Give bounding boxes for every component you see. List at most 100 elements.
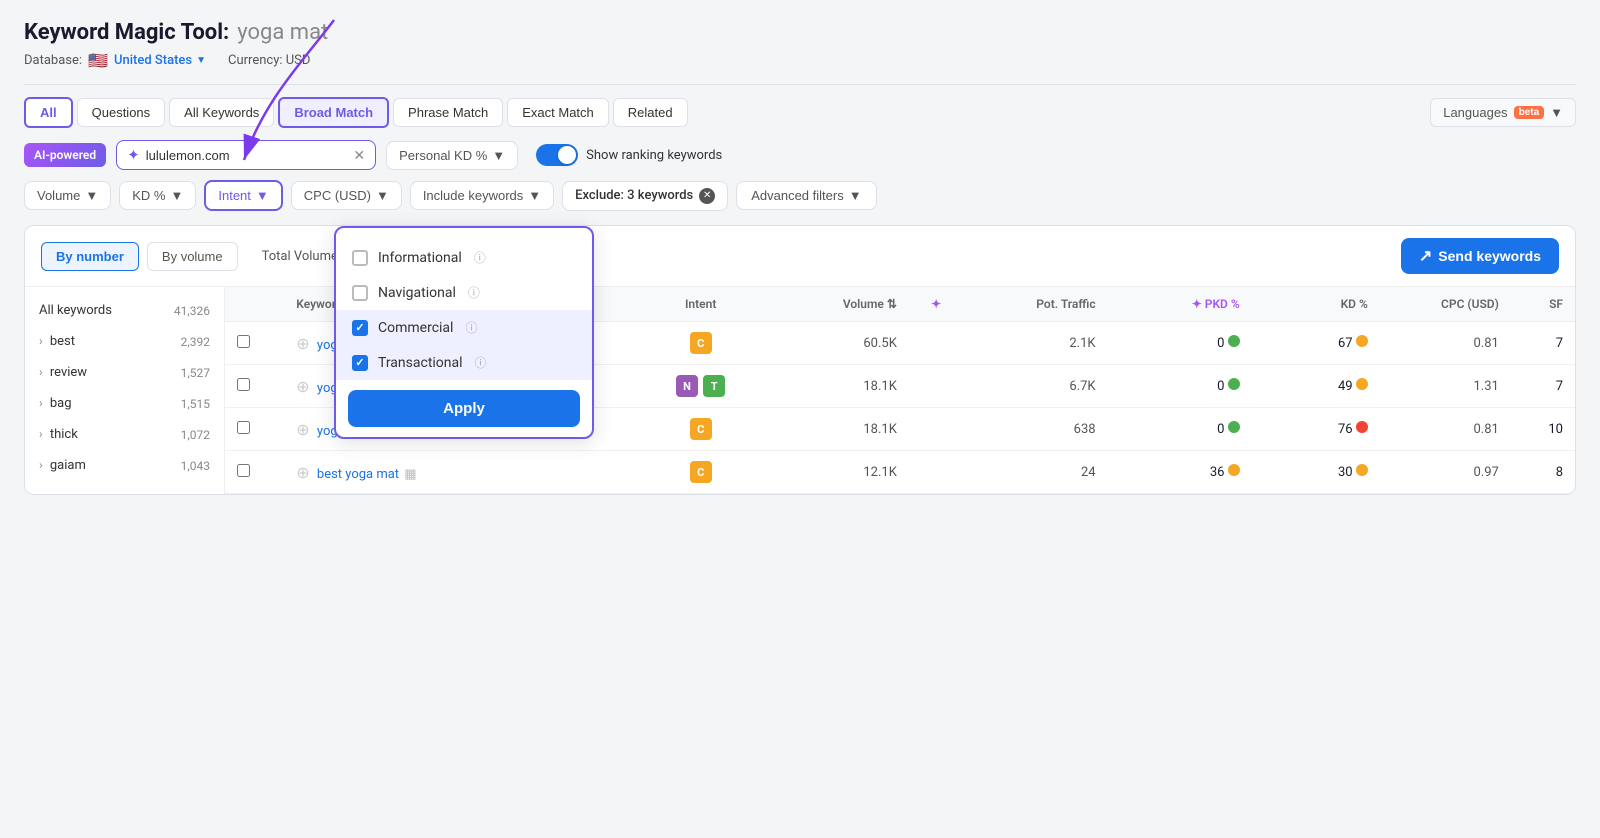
intent-option-navigational[interactable]: Navigational ⓘ	[336, 275, 592, 310]
tabs-row: All Questions All Keywords Broad Match P…	[24, 97, 1576, 128]
add-icon[interactable]: ⊕	[296, 420, 309, 439]
table-toolbar: By number By volume Total Volume: 696,31…	[25, 226, 1575, 287]
sidebar-all-keywords[interactable]: All keywords 41,326	[25, 295, 224, 326]
chevron-down-icon: ▼	[1550, 105, 1563, 120]
sidebar-item-thick[interactable]: › thick 1,072	[25, 419, 224, 450]
pkd-cell: 0	[1108, 408, 1252, 451]
col-volume: Volume ⇅	[765, 287, 909, 322]
view-by-number-button[interactable]: By number	[41, 242, 139, 271]
cpc-cell: 0.97	[1380, 451, 1511, 494]
volume-cell: 18.1K	[765, 365, 909, 408]
chevron-down-icon: ▼	[196, 55, 206, 66]
include-keywords-filter[interactable]: Include keywords ▼	[410, 181, 554, 210]
cpc-cell: 0.81	[1380, 322, 1511, 365]
pot-traffic-cell: 24	[963, 451, 1107, 494]
sf-cell: 10	[1511, 408, 1575, 451]
expand-icon[interactable]: ›	[39, 458, 43, 472]
intent-option-commercial[interactable]: Commercial ⓘ	[336, 310, 592, 345]
intent-filter[interactable]: Intent ▼	[204, 180, 282, 211]
row-checkbox[interactable]	[237, 335, 250, 348]
personal-kd-dropdown[interactable]: Personal KD % ▼	[386, 141, 518, 170]
intent-badge-c: C	[690, 332, 712, 354]
cpc-filter[interactable]: CPC (USD) ▼	[291, 181, 402, 210]
sidebar-item-review[interactable]: › review 1,527	[25, 357, 224, 388]
info-icon: ⓘ	[468, 284, 480, 301]
pot-traffic-cell: 6.7K	[963, 365, 1107, 408]
advanced-filters-button[interactable]: Advanced filters ▼	[736, 181, 876, 210]
table-row: ⊕ best yoga mat ▦ C 12.1K 24 36	[225, 451, 1575, 494]
keyword-link[interactable]: best yoga mat	[317, 467, 399, 482]
info-icon: ⓘ	[474, 249, 486, 266]
sidebar-item-gaiam[interactable]: › gaiam 1,043	[25, 450, 224, 481]
volume-cell: 60.5K	[765, 322, 909, 365]
row-checkbox[interactable]	[237, 378, 250, 391]
send-keywords-button[interactable]: ↗ Send keywords	[1401, 238, 1559, 274]
tab-related[interactable]: Related	[613, 98, 688, 127]
volume-filter[interactable]: Volume ▼	[24, 181, 111, 210]
expand-icon[interactable]: ›	[39, 365, 43, 379]
chevron-down-icon: ▼	[170, 188, 183, 203]
languages-button[interactable]: Languages beta ▼	[1430, 98, 1576, 127]
database-link[interactable]: United States ▼	[114, 53, 206, 68]
table-icon[interactable]: ▦	[404, 467, 416, 482]
tab-phrase-match[interactable]: Phrase Match	[393, 98, 503, 127]
chevron-down-icon: ▼	[256, 188, 269, 203]
tab-questions[interactable]: Questions	[77, 98, 166, 127]
volume-cell: 18.1K	[765, 408, 909, 451]
kd-dot	[1356, 464, 1368, 476]
expand-icon[interactable]: ›	[39, 396, 43, 410]
chevron-down-icon: ▼	[492, 148, 505, 163]
tab-all[interactable]: All	[24, 97, 73, 128]
kd-cell: 67	[1252, 322, 1380, 365]
row-checkbox[interactable]	[237, 464, 250, 477]
info-icon: ⓘ	[475, 354, 487, 371]
add-icon[interactable]: ⊕	[296, 377, 309, 396]
col-pkd: ✦ PKD %	[1108, 287, 1252, 322]
pkd-cell: 36	[1108, 451, 1252, 494]
ai-domain-input[interactable]	[146, 148, 348, 163]
keyword-groups-sidebar: All keywords 41,326 › best 2,392 › revie…	[25, 287, 225, 494]
tab-exact-match[interactable]: Exact Match	[507, 98, 609, 127]
col-cpc: CPC (USD)	[1380, 287, 1511, 322]
kd-dot	[1356, 421, 1368, 433]
intent-option-transactional[interactable]: Transactional ⓘ	[336, 345, 592, 380]
exclude-clear-icon[interactable]: ✕	[699, 188, 715, 204]
tab-all-keywords[interactable]: All Keywords	[169, 98, 274, 127]
chevron-down-icon: ▼	[85, 188, 98, 203]
col-pot-traffic: Pot. Traffic	[963, 287, 1107, 322]
cpc-cell: 0.81	[1380, 408, 1511, 451]
expand-icon[interactable]: ›	[39, 334, 43, 348]
navigational-checkbox[interactable]	[352, 285, 368, 301]
sidebar-item-best[interactable]: › best 2,392	[25, 326, 224, 357]
transactional-checkbox[interactable]	[352, 355, 368, 371]
pot-traffic-cell: 638	[963, 408, 1107, 451]
show-ranking-toggle[interactable]	[536, 144, 578, 166]
sidebar-item-bag[interactable]: › bag 1,515	[25, 388, 224, 419]
informational-checkbox[interactable]	[352, 250, 368, 266]
view-by-volume-button[interactable]: By volume	[147, 242, 238, 271]
pkd-dot	[1228, 378, 1240, 390]
add-icon[interactable]: ⊕	[296, 334, 309, 353]
kd-dot	[1356, 335, 1368, 347]
ai-input-wrap: ✦ ✕	[116, 140, 376, 170]
clear-input-button[interactable]: ✕	[353, 147, 365, 164]
kd-cell: 49	[1252, 365, 1380, 408]
col-sf: SF	[1511, 287, 1575, 322]
page-title: Keyword Magic Tool: yoga mat	[24, 20, 1576, 45]
intent-badge-c: C	[690, 418, 712, 440]
tab-broad-match[interactable]: Broad Match	[278, 97, 389, 128]
intent-option-informational[interactable]: Informational ⓘ	[336, 240, 592, 275]
chevron-down-icon: ▼	[849, 188, 862, 203]
table-section: By number By volume Total Volume: 696,31…	[24, 225, 1576, 495]
kd-cell: 30	[1252, 451, 1380, 494]
col-intent: Intent	[637, 287, 765, 322]
intent-apply-button[interactable]: Apply	[348, 390, 580, 427]
table-content: All keywords 41,326 › best 2,392 › revie…	[25, 287, 1575, 494]
row-checkbox[interactable]	[237, 421, 250, 434]
commercial-checkbox[interactable]	[352, 320, 368, 336]
expand-icon[interactable]: ›	[39, 427, 43, 441]
exclude-keywords-button[interactable]: Exclude: 3 keywords ✕	[562, 181, 728, 211]
pkd-cell: 0	[1108, 365, 1252, 408]
add-icon[interactable]: ⊕	[296, 463, 309, 482]
kd-filter[interactable]: KD % ▼	[119, 181, 196, 210]
